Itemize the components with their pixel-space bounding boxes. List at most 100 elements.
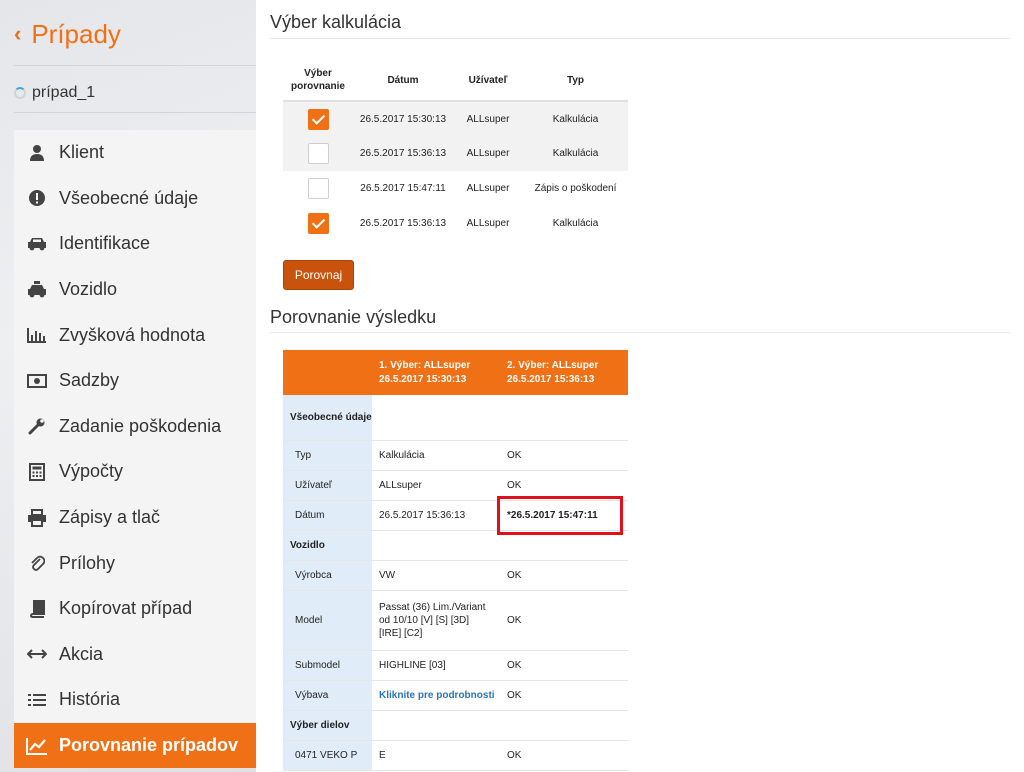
sidebar-item-general[interactable]: Všeobecné údaje [14, 176, 256, 222]
sidebar-item-label: Identifikace [59, 233, 151, 254]
sidebar-item-vypocty[interactable]: Výpočty [14, 449, 256, 495]
back-label: Prípady [31, 19, 121, 49]
value-2: OK [500, 440, 628, 471]
wrench-icon [25, 416, 49, 436]
table-row: Výrobca VW OK [283, 560, 628, 591]
equipment-details-link[interactable]: Kliknite pre podrobnosti [379, 690, 495, 701]
select-checkbox[interactable] [307, 178, 329, 199]
sidebar-item-label: Akcia [59, 643, 104, 664]
row-date: 26.5.2017 15:47:11 [360, 183, 446, 194]
row-label: Model [283, 590, 372, 651]
case-name: prípad_1 [32, 84, 96, 101]
sidebar: ‹ Prípady prípad_1 Klient Všeobecné údaj… [0, 0, 256, 772]
exclamation-circle-icon [25, 188, 49, 208]
comparison-header-blank [283, 350, 372, 395]
sidebar-item-label: Vozidlo [59, 279, 118, 300]
row-user: ALLsuper [466, 183, 510, 194]
sidebar-item-porovnanie-pripadov[interactable]: Porovnanie prípadov [14, 722, 256, 769]
comparison-header-selection-2: 2. Výber: ALLsuper 26.5.2017 15:36:13 [500, 350, 628, 395]
sidebar-menu: Klient Všeobecné údaje Identifikace Vozi… [14, 130, 256, 769]
value-2: OK [500, 590, 628, 651]
value-2: OK [500, 650, 628, 681]
column-header-select: Výber porovnanie [283, 60, 353, 102]
value-1: 26.5.2017 15:36:13 [372, 500, 500, 531]
sidebar-item-label: Zápisy a tlač [59, 507, 161, 528]
value-1: E [372, 740, 500, 771]
section-label: Všeobecné údaje [283, 395, 372, 441]
row-type: Kalkulácia [523, 101, 628, 136]
table-row: Model Passat (36) Lim./Variant od 10/10 [… [283, 590, 628, 651]
sidebar-item-label: Sadzby [59, 370, 120, 391]
select-checkbox[interactable] [307, 108, 329, 130]
sidebar-item-label: Výpočty [59, 461, 124, 482]
row-label: 0471 VEKO P [283, 740, 372, 771]
current-case: prípad_1 [14, 84, 95, 102]
back-to-cases-link[interactable]: ‹ Prípady [14, 18, 121, 50]
row-user: ALLsuper [453, 136, 523, 171]
table-row: 26.5.2017 15:30:13 ALLsuper Kalkulácia [283, 101, 628, 136]
table-row: 26.5.2017 15:47:11 ALLsuper Zápis o pošk… [283, 171, 628, 206]
row-type: Zápis o poškodení [534, 183, 617, 194]
selection-table: Výber porovnanie Dátum Užívateľ Typ 26.5… [283, 60, 628, 241]
sidebar-item-label: Zadanie poškodenia [59, 415, 222, 436]
value-2: OK [500, 560, 628, 591]
value-1: HIGHLINE [03] [372, 650, 500, 681]
row-label: Submodel [283, 650, 372, 681]
sidebar-item-sadzby[interactable]: Sadzby [14, 358, 256, 404]
comparison-table: 1. Výber: ALLsuper 26.5.2017 15:30:13 2. … [283, 350, 628, 771]
taxi-icon [25, 280, 49, 300]
divider [14, 112, 256, 113]
table-row: Výbava Kliknite pre podrobnosti OK [283, 680, 628, 711]
sidebar-item-label: Zvyšková hodnota [59, 324, 206, 345]
sidebar-item-label: Všeobecné údaje [59, 187, 199, 208]
row-type: Kalkulácia [552, 218, 599, 229]
select-checkbox[interactable] [307, 213, 329, 234]
book-icon [25, 599, 49, 619]
sidebar-item-identifikace[interactable]: Identifikace [14, 221, 256, 267]
main-content: Výber kalkulácia Výber porovnanie Dátum … [256, 0, 1024, 772]
divider [270, 332, 1010, 333]
printer-icon [25, 508, 49, 528]
row-date: 26.5.2017 15:30:13 [353, 101, 453, 136]
row-label: Výbava [283, 680, 372, 711]
sidebar-item-zadanie-poskodenia[interactable]: Zadanie poškodenia [14, 404, 256, 450]
row-date: 26.5.2017 15:36:13 [353, 136, 453, 171]
column-header-user: Užívateľ [453, 60, 523, 102]
table-row: 0471 VEKO P E OK [283, 740, 628, 771]
row-type: Kalkulácia [523, 136, 628, 171]
user-icon [25, 143, 49, 163]
value-2: OK [500, 740, 628, 771]
selection-title: Výber kalkulácia [270, 12, 402, 32]
sidebar-item-historia[interactable]: História [14, 677, 256, 723]
sidebar-item-vozidlo[interactable]: Vozidlo [14, 267, 256, 313]
table-row: 26.5.2017 15:36:13 ALLsuper Kalkulácia [283, 206, 628, 241]
list-icon [25, 690, 49, 710]
row-user: ALLsuper [453, 101, 523, 136]
compare-button[interactable]: Porovnaj [283, 260, 354, 290]
sidebar-item-akcia[interactable]: Akcia [14, 632, 256, 678]
sidebar-item-kopirovat-pripad[interactable]: Kopírovat případ [14, 586, 256, 632]
sidebar-item-zapisy-a-tlac[interactable]: Zápisy a tlač [14, 495, 256, 541]
table-row: 26.5.2017 15:36:13 ALLsuper Kalkulácia [283, 136, 628, 171]
column-header-type: Typ [523, 60, 628, 102]
divider [270, 38, 1010, 39]
sidebar-item-label: Prílohy [59, 552, 116, 573]
sidebar-item-label: Kopírovat případ [59, 598, 193, 619]
column-header-date: Dátum [353, 60, 453, 102]
row-label: Dátum [283, 500, 372, 531]
sidebar-item-label: Porovnanie prípadov [59, 735, 239, 756]
sidebar-item-klient[interactable]: Klient [14, 130, 256, 176]
section-label: Vozidlo [283, 530, 372, 561]
sidebar-item-label: Klient [59, 142, 105, 163]
difference-highlight-box [497, 496, 623, 535]
chevron-left-icon: ‹ [14, 21, 22, 46]
comparison-title: Porovnanie výsledku [270, 307, 437, 327]
value-1: Passat (36) Lim./Variant od 10/10 [V] [S]… [372, 590, 500, 651]
sidebar-item-zvyskova-hodnota[interactable]: Zvyšková hodnota [14, 312, 256, 358]
select-checkbox[interactable] [307, 143, 329, 164]
row-label: Užívateľ [283, 470, 372, 501]
loading-spinner-icon [14, 87, 26, 99]
section-row: Výber dielov [283, 710, 628, 741]
sidebar-item-prilohy[interactable]: Prílohy [14, 540, 256, 586]
divider [14, 65, 256, 66]
